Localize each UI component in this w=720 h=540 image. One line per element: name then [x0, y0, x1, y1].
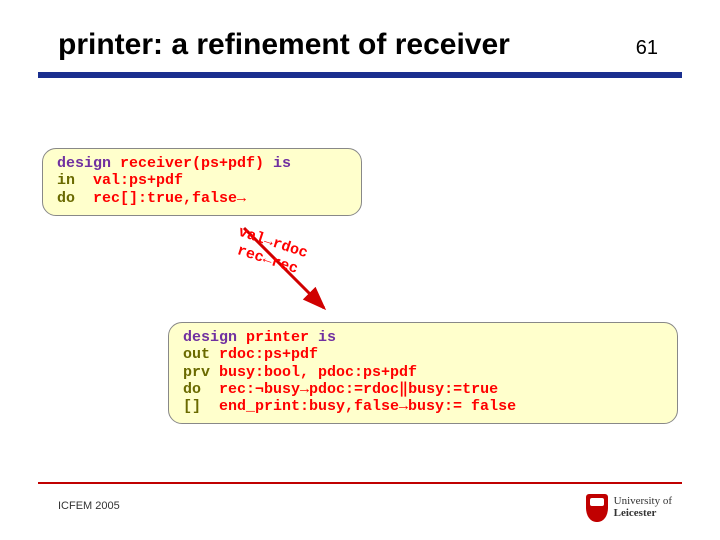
- receiver-in-decl: val:ps+pdf: [75, 172, 183, 189]
- shield-icon: [586, 494, 608, 522]
- arrow-label: val→rdoc rec←rec: [230, 224, 310, 280]
- printer-code-box: design printer is out rdoc:ps+pdf prv bu…: [168, 322, 678, 424]
- page-title: printer: a refinement of receiver: [58, 28, 510, 62]
- kw-prv: prv: [183, 364, 210, 381]
- footer-conference: ICFEM 2005: [58, 500, 120, 512]
- printer-do-decl: rec:¬busy→pdoc:=rdoc‖busy:=true: [201, 381, 498, 398]
- receiver-name: receiver(ps+pdf): [111, 155, 273, 172]
- kw-is: is: [318, 329, 336, 346]
- kw-alt: []: [183, 398, 201, 415]
- printer-out-decl: rdoc:ps+pdf: [210, 346, 318, 363]
- kw-is: is: [273, 155, 291, 172]
- kw-do: do: [183, 381, 201, 398]
- kw-do: do: [57, 190, 75, 207]
- kw-design: design: [183, 329, 237, 346]
- logo-line2: Leicester: [614, 508, 672, 520]
- logo-text: University of Leicester: [614, 496, 672, 519]
- university-logo: University of Leicester: [586, 494, 672, 522]
- receiver-code-box: design receiver(ps+pdf) is in val:ps+pdf…: [42, 148, 362, 216]
- title-rule: [38, 72, 682, 78]
- printer-alt-decl: end_print:busy,false→busy:= false: [201, 398, 516, 415]
- kw-in: in: [57, 172, 75, 189]
- printer-prv-decl: busy:bool, pdoc:ps+pdf: [210, 364, 417, 381]
- footer-rule: [38, 482, 682, 484]
- kw-out: out: [183, 346, 210, 363]
- printer-name: printer: [237, 329, 318, 346]
- kw-design: design: [57, 155, 111, 172]
- receiver-do-decl: rec[]:true,false→: [75, 190, 246, 207]
- page-number: 61: [636, 37, 658, 60]
